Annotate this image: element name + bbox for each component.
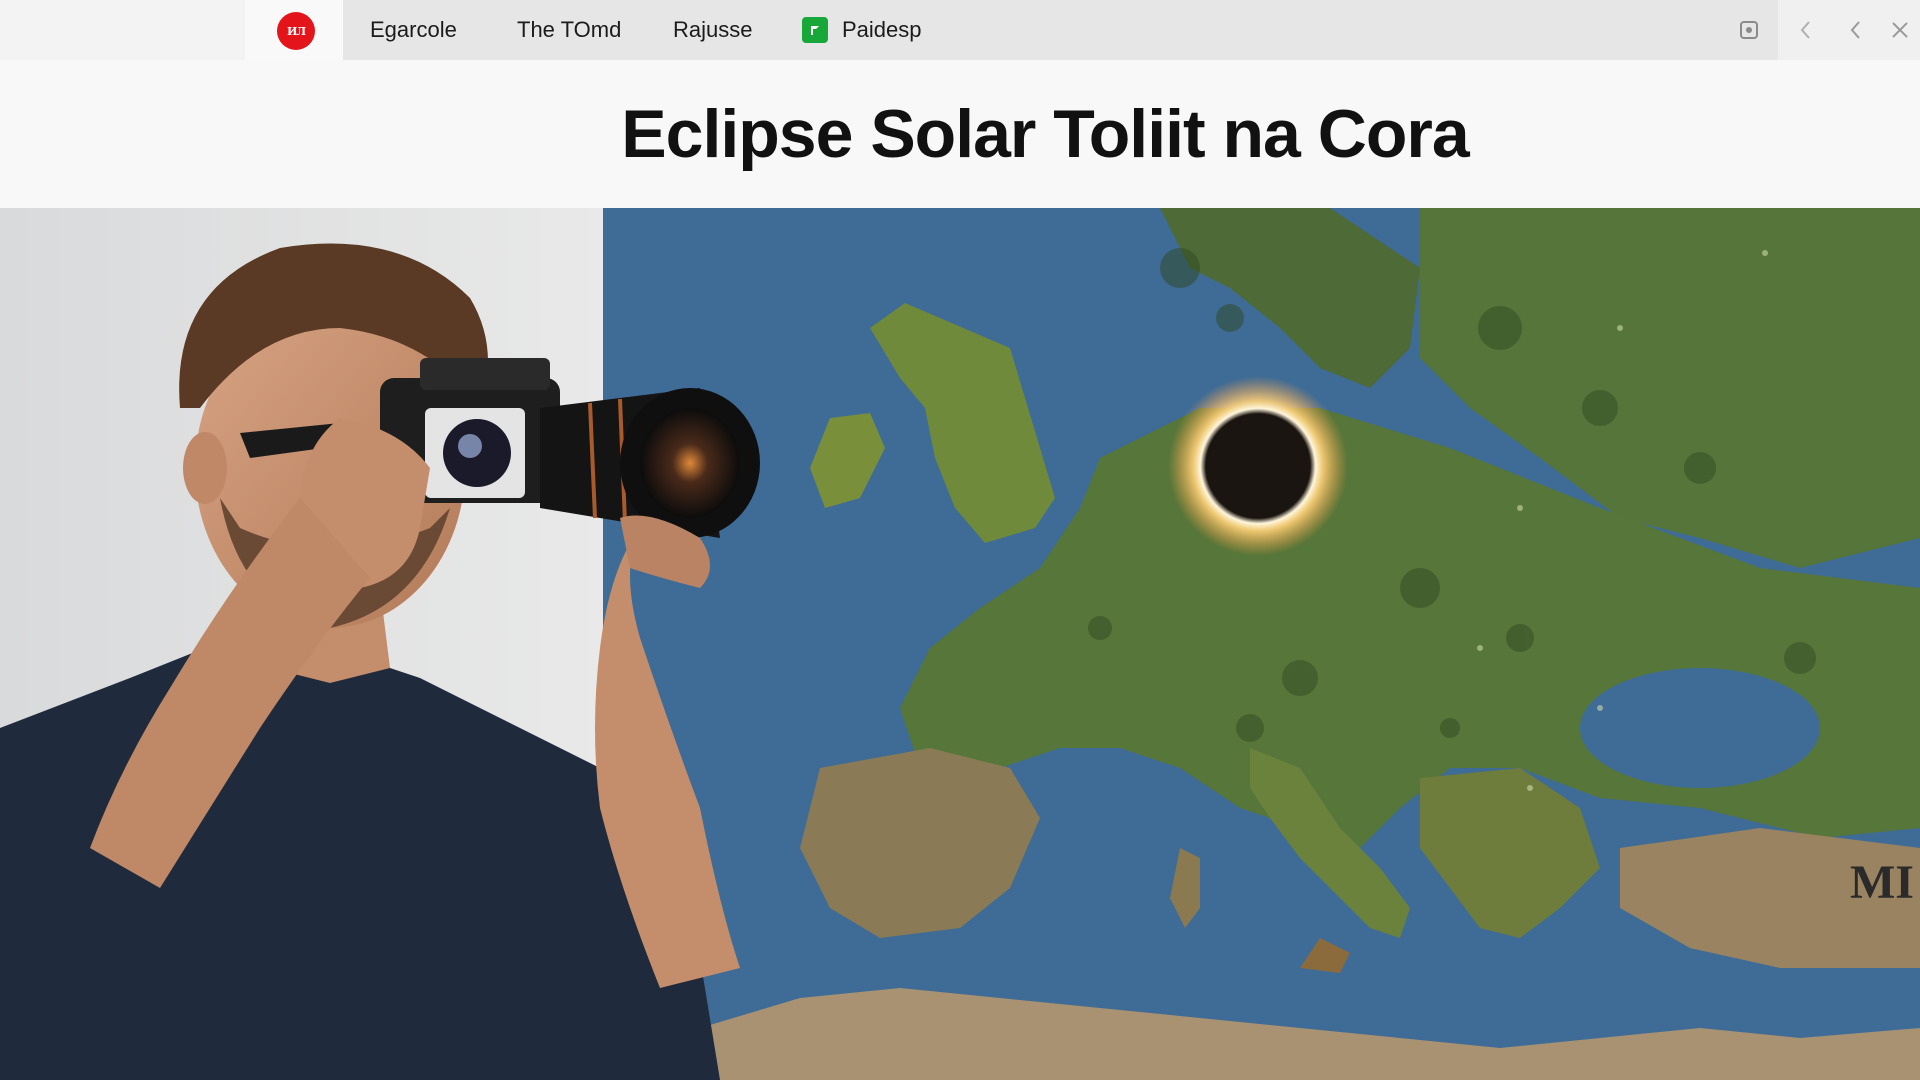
hero-image: MI [0, 208, 1920, 1080]
eclipse-moon [1206, 414, 1310, 518]
article-title: Eclipse Solar Toliit na Cora [621, 96, 1469, 172]
title-area: Eclipse Solar Toliit na Cora [0, 60, 1920, 208]
tab-label: Paidesp [842, 17, 922, 42]
tab-the-tomd[interactable]: The TOmd [517, 0, 621, 60]
person-ear [183, 432, 227, 504]
map-corner-label: MI [1850, 856, 1914, 909]
tab-rajusse[interactable]: Rajusse [673, 0, 752, 60]
tab-bar-left-area [0, 0, 245, 60]
square-icon[interactable] [1720, 0, 1778, 60]
forward-chevron-left-icon[interactable] [1838, 0, 1874, 60]
tab-paidesp[interactable]: Paidesp [802, 0, 922, 60]
tab-label: Egarcole [370, 17, 457, 42]
tab-label: Rajusse [673, 17, 753, 42]
camera-top [420, 358, 550, 390]
site-logo[interactable]: ИЛ [277, 12, 315, 50]
back-chevron-left-icon[interactable] [1788, 0, 1824, 60]
flag-icon [802, 17, 828, 43]
camera-lens-glass [640, 408, 740, 518]
close-icon[interactable] [1882, 0, 1918, 60]
tab-label: The TOmd [517, 17, 622, 42]
hero-illustration: MI [0, 208, 1920, 1080]
tab-egarcole[interactable]: Egarcole [370, 0, 457, 60]
